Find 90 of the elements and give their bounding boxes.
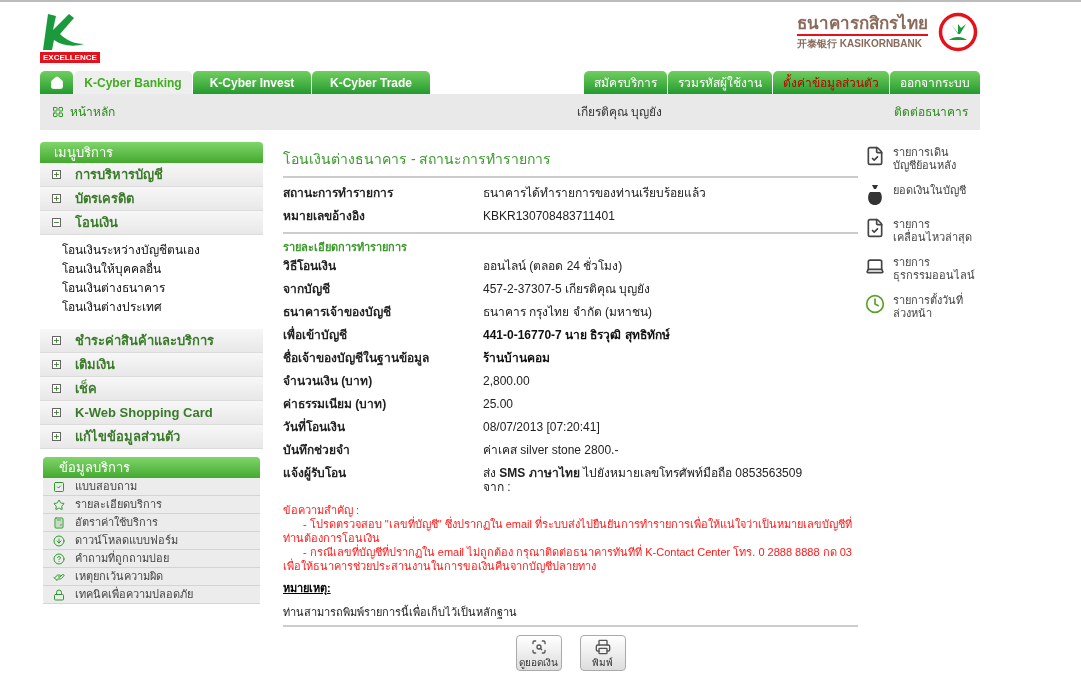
menu-item[interactable]: การบริหารบัญชี <box>40 163 263 187</box>
field-value: ออนไลน์ (ตลอด 24 ชั่วโมง) <box>483 259 623 274</box>
magnifier-icon <box>530 639 547 655</box>
field-label: วันที่โอนเงิน <box>283 420 346 435</box>
expand-icon <box>52 336 61 345</box>
info-header: ข้อมูลบริการ <box>43 457 260 478</box>
field-value: 457-2-37307-5 เกียรติคุณ บุญยัง <box>483 282 651 297</box>
question-icon <box>53 552 65 565</box>
star-icon <box>53 498 65 511</box>
contact-link[interactable]: ติดต่อธนาคาร <box>894 103 968 121</box>
info-link[interactable]: เหตุยกเว้นความผิด <box>43 568 260 586</box>
info-link[interactable]: เทคนิคเพื่อความปลอดภัย <box>43 586 260 604</box>
field-label: เพื่อเข้าบัญชี <box>283 328 348 343</box>
field-value: ส่ง SMS ภาษาไทย ไปยังหมายเลขโทรศัพท์มือถือ 0853563509 <box>483 466 803 481</box>
info-link[interactable]: รายละเอียดบริการ <box>43 496 260 514</box>
field-label: สถานะการทำรายการ <box>283 186 395 201</box>
home-link[interactable]: หน้าหลัก <box>52 103 115 121</box>
expand-icon <box>52 360 61 369</box>
submenu-link[interactable]: โอนเงินต่างประเทศ <box>62 298 263 317</box>
info-link[interactable]: อัตราค่าใช้บริการ <box>43 514 260 532</box>
laptop-icon <box>865 256 885 276</box>
submenu-link[interactable]: โอนเงินระหว่างบัญชีตนเอง <box>62 241 263 260</box>
note-title: หมายเหตุ: <box>283 581 332 595</box>
quick-link[interactable]: รายการ เคลื่อนไหวล่าสุด <box>865 218 975 244</box>
balance-button[interactable]: ดูยอดเงิน <box>515 635 562 671</box>
field-value: KBKR130708483711401 <box>483 209 615 224</box>
menu-item[interactable]: เติมเงิน <box>40 353 263 377</box>
important-title: ข้อความสำคัญ : <box>283 503 361 517</box>
expand-icon <box>52 170 61 179</box>
field-value: จาก : <box>483 481 512 493</box>
field-label: หมายเลขอ้างอิง <box>283 209 366 224</box>
expand-icon <box>52 384 61 393</box>
info-link[interactable]: ดาวน์โหลดแบบฟอร์ม <box>43 532 260 550</box>
document-check-icon <box>865 146 885 166</box>
quick-link[interactable]: ยอดเงินในบัญชี <box>865 184 975 206</box>
field-value: 08/07/2013 [07:20:41] <box>483 420 600 435</box>
field-label: ธนาคารเจ้าของบัญชี <box>283 305 392 320</box>
submenu-link[interactable]: โอนเงินให้บุคคลอื่น <box>62 260 263 279</box>
info-link[interactable]: แบบสอบถาม <box>43 478 260 496</box>
download-icon <box>53 534 65 547</box>
section-title: รายละเอียดการทำรายการ <box>283 240 408 254</box>
home-tab[interactable] <box>40 71 73 94</box>
field-value: ค่าเคส silver stone 2800.- <box>483 443 619 458</box>
menu-item[interactable]: แก้ไขข้อมูลส่วนตัว <box>40 425 263 449</box>
menu-item[interactable]: เช็ค <box>40 377 263 401</box>
menu-item[interactable]: โอนเงิน <box>40 211 263 235</box>
quick-link[interactable]: รายการเดิน บัญชีย้อนหลัง <box>865 146 975 172</box>
field-value: 441-0-16770-7 นาย ธิรวุฒิ สุทธิทักษ์ <box>483 328 670 343</box>
home-icon <box>49 75 64 90</box>
note-text: ท่านสามารถพิมพ์รายการนี้เพื่อเก็บไว้เป็นหลักฐาน <box>283 605 518 619</box>
menu-item[interactable]: K-Web Shopping Card <box>40 401 263 425</box>
field-value: 2,800.00 <box>483 374 530 389</box>
clock-icon <box>865 294 885 314</box>
info-link[interactable]: คำถามที่ถูกถามบ่อย <box>43 550 260 568</box>
field-label: ชื่อเจ้าของบัญชีในฐานข้อมูล <box>283 351 430 366</box>
k-excellence-logo: EXCELLENCE <box>40 12 100 63</box>
field-value: ธนาคาร กรุงไทย จำกัด (มหาชน) <box>483 305 652 320</box>
print-button[interactable]: พิมพ์ <box>579 635 626 671</box>
expand-icon <box>52 408 61 417</box>
important-note: - กรณีเลขที่บัญชีที่ปรากฏใน email ไม่ถูกต้อง กรุณาติดต่อธนาคารทันทีที่ K-Contact Center โทร. 0 2888 8888 กด 03 เพื่อให้ธนาคารช่วยประสานงานในการขอเงินคืนจากบัญชีปลายทาง <box>283 545 853 573</box>
menu-item[interactable]: ชำระค่าสินค้าและบริการ <box>40 329 263 353</box>
menu-item[interactable]: บัตรเครดิต <box>40 187 263 211</box>
field-label: จำนวนเงิน (บาท) <box>283 374 374 389</box>
field-label: จากบัญชี <box>283 282 331 297</box>
calculator-icon <box>53 516 65 529</box>
field-label: บันทึกช่วยจำ <box>283 443 351 458</box>
check-icon <box>53 480 65 493</box>
document-check-icon <box>865 218 885 238</box>
important-note: - โปรดตรวจสอบ "เลขที่บัญชี" ซึ่งปรากฏใน email ที่ระบบส่งไปยืนยันการทำรายการเพื่อให้แน่ใจว่าเป็นหมายเลขบัญชีที่ท่านต้องการโอนเงิน <box>283 517 854 544</box>
page-title: โอนเงินต่างธนาคาร - สถานะการทำรายการ <box>283 150 553 168</box>
quick-link[interactable]: รายการ ธุรกรรมออนไลน์ <box>865 256 975 282</box>
field-label: วิธีโอนเงิน <box>283 259 337 274</box>
menu-header: เมนูบริการ <box>40 142 263 163</box>
field-label: ค่าธรรมเนียม (บาท) <box>283 397 388 412</box>
quick-link[interactable]: รายการตั้งวันที่ ล่วงหน้า <box>865 294 975 320</box>
collapse-icon <box>52 218 61 227</box>
bank-logo-icon <box>938 12 978 52</box>
expand-icon <box>52 432 61 441</box>
user-name: เกียรติคุณ บุญยัง <box>576 104 663 121</box>
field-value: ธนาคารได้ทำรายการของท่านเรียบร้อยแล้ว <box>483 186 706 201</box>
expand-icon <box>52 194 61 203</box>
submenu-link[interactable]: โอนเงินต่างธนาคาร <box>62 279 263 298</box>
bank-logo-text: ธนาคารกสิกรไทย 开泰银行 KASIKORNBANK <box>797 13 928 51</box>
lock-icon <box>53 588 65 601</box>
grid-icon <box>52 106 64 118</box>
printer-icon <box>594 639 611 655</box>
field-label: แจ้งผู้รับโอน <box>283 466 347 483</box>
field-value: ร้านบ้านคอม <box>483 351 550 366</box>
field-value: 25.00 <box>483 397 514 412</box>
money-bag-icon <box>866 184 884 206</box>
